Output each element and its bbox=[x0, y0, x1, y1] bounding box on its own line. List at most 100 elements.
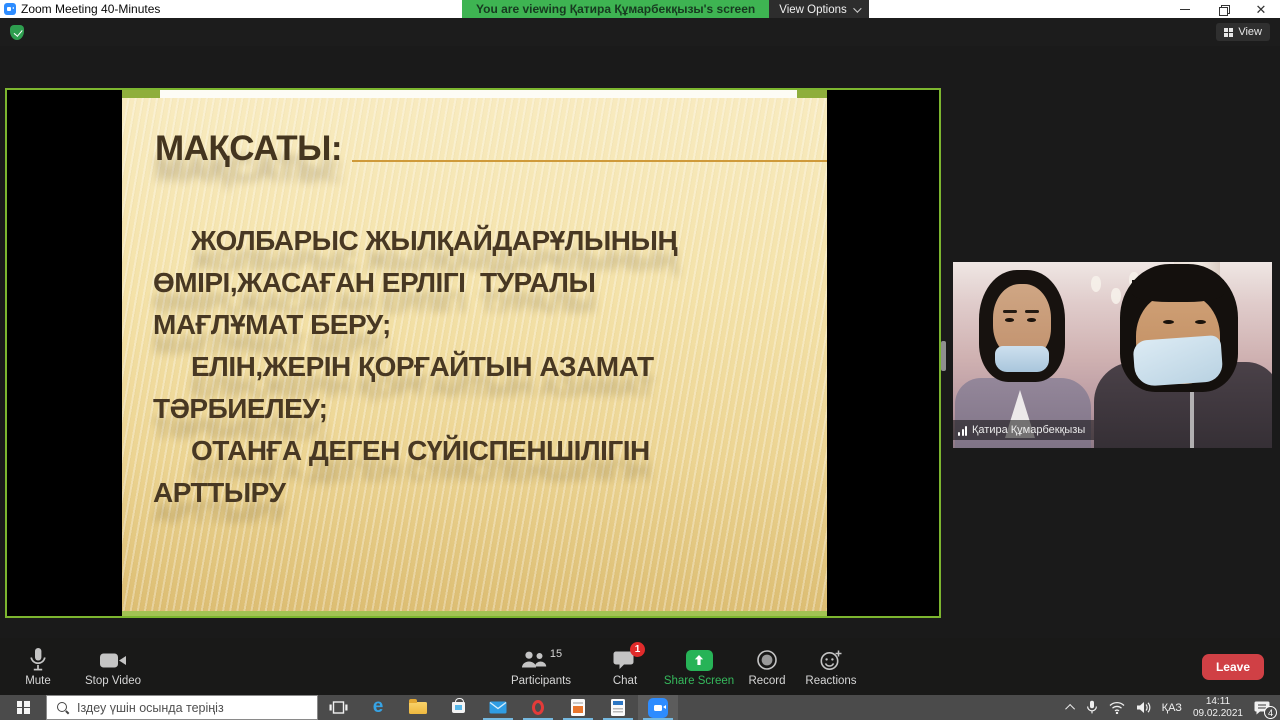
viewing-screen-banner-text: You are viewing Қатира Құмарбекқызы's sc… bbox=[462, 0, 769, 18]
hidden-icons-chevron[interactable] bbox=[1065, 704, 1075, 714]
person-left-eye bbox=[1027, 318, 1036, 322]
slide-band-white bbox=[160, 90, 797, 98]
person-right-zipper bbox=[1190, 390, 1194, 448]
person-left-eyebrow bbox=[1003, 310, 1017, 313]
share-screen-button[interactable]: Share Screen bbox=[660, 646, 738, 687]
tray-volume-icon[interactable] bbox=[1136, 701, 1151, 714]
chat-unread-badge: 1 bbox=[630, 642, 645, 657]
encryption-shield-icon[interactable] bbox=[10, 25, 24, 40]
window-controls: ✕ bbox=[1166, 0, 1280, 18]
taskbar-search[interactable] bbox=[46, 695, 318, 720]
participant-video-thumbnail[interactable]: Қатира Құмарбекқызы bbox=[953, 262, 1272, 448]
taskbar-clock[interactable]: 14:11 09.02.2021 bbox=[1193, 696, 1243, 719]
search-input[interactable] bbox=[77, 701, 292, 715]
leave-button[interactable]: Leave bbox=[1202, 654, 1264, 680]
start-button[interactable] bbox=[0, 695, 46, 720]
minimize-button[interactable] bbox=[1166, 0, 1204, 18]
view-layout-button[interactable]: View bbox=[1216, 23, 1270, 41]
slide-paragraph: ОТАНҒА ДЕГЕН СҮЙІСПЕНШІЛІГІН АРТТЫРУ bbox=[153, 430, 713, 514]
notification-count-badge: 4 bbox=[1264, 706, 1277, 719]
mute-button[interactable]: Mute bbox=[14, 646, 62, 687]
task-view-button[interactable] bbox=[318, 695, 358, 720]
stop-video-label: Stop Video bbox=[85, 675, 141, 687]
background-lamp bbox=[1111, 288, 1121, 304]
minimize-icon bbox=[1180, 9, 1190, 10]
video-panel-drag-handle[interactable] bbox=[941, 341, 946, 371]
taskbar-item-edge[interactable]: e bbox=[358, 695, 398, 720]
presentation-slide: МАҚСАТЫ: ЖОЛБАРЫС ЖЫЛҚАЙДАРҰЛЫНЫҢ ӨМІРІ,… bbox=[122, 90, 827, 616]
windows-taskbar: e bbox=[0, 695, 1280, 720]
participants-icon bbox=[520, 650, 547, 670]
tray-time: 14:11 bbox=[1206, 696, 1230, 707]
mute-label: Mute bbox=[25, 675, 51, 687]
taskbar-item-impress[interactable] bbox=[558, 695, 598, 720]
language-indicator[interactable]: ҚАЗ bbox=[1162, 702, 1182, 714]
view-options-button[interactable]: View Options bbox=[769, 0, 869, 19]
title-bar: Zoom Meeting 40-Minutes You are viewing … bbox=[0, 0, 1280, 18]
writer-document-icon bbox=[611, 699, 625, 716]
share-screen-label: Share Screen bbox=[664, 675, 734, 687]
tray-microphone-icon[interactable] bbox=[1086, 700, 1098, 715]
audio-level-icon bbox=[958, 425, 967, 436]
chat-button[interactable]: 1 Chat bbox=[602, 646, 648, 687]
reactions-label: Reactions bbox=[805, 675, 856, 687]
person-left-eye bbox=[1005, 318, 1014, 322]
participants-count: 15 bbox=[550, 648, 562, 660]
opera-icon bbox=[532, 700, 544, 715]
participant-name-tag: Қатира Құмарбекқызы bbox=[953, 420, 1094, 440]
system-tray: ҚАЗ 14:11 09.02.2021 4 bbox=[1068, 695, 1280, 720]
close-icon: ✕ bbox=[1256, 3, 1267, 16]
record-button[interactable]: Record bbox=[742, 646, 792, 687]
shared-screen-stage: МАҚСАТЫ: ЖОЛБАРЫС ЖЫЛҚАЙДАРҰЛЫНЫҢ ӨМІРІ,… bbox=[0, 46, 1280, 638]
window-title: Zoom Meeting 40-Minutes bbox=[21, 2, 160, 16]
participant-name: Қатира Құмарбекқызы bbox=[972, 424, 1085, 436]
taskbar-item-writer[interactable] bbox=[598, 695, 638, 720]
file-explorer-icon bbox=[409, 702, 427, 714]
zoom-taskbar-icon bbox=[648, 698, 668, 718]
action-center-button[interactable]: 4 bbox=[1254, 700, 1270, 715]
screen-share-banner: You are viewing Қатира Құмарбекқызы's sc… bbox=[462, 0, 869, 18]
restore-button[interactable] bbox=[1204, 0, 1242, 18]
meeting-control-bar: Mute Stop Video 15 bbox=[0, 638, 1280, 695]
taskbar-item-store[interactable] bbox=[438, 695, 478, 720]
reactions-smiley-icon bbox=[819, 649, 843, 671]
chat-label: Chat bbox=[613, 675, 637, 687]
mail-icon bbox=[489, 701, 507, 714]
edge-icon: e bbox=[373, 697, 384, 716]
zoom-meeting-window: Zoom Meeting 40-Minutes You are viewing … bbox=[0, 0, 1280, 720]
record-label: Record bbox=[748, 675, 785, 687]
restore-icon bbox=[1219, 5, 1228, 14]
view-layout-label: View bbox=[1238, 26, 1262, 38]
slide-top-band bbox=[122, 90, 827, 98]
reactions-button[interactable]: Reactions bbox=[800, 646, 862, 687]
chevron-down-icon bbox=[853, 4, 861, 12]
person-left-eyebrow bbox=[1025, 310, 1039, 313]
microphone-icon bbox=[28, 647, 48, 673]
task-view-icon bbox=[329, 700, 348, 715]
view-options-label: View Options bbox=[779, 4, 847, 16]
taskbar-item-zoom[interactable] bbox=[638, 695, 678, 720]
participants-label: Participants bbox=[511, 675, 571, 687]
slide-band-green-right bbox=[797, 90, 827, 98]
taskbar-item-mail[interactable] bbox=[478, 695, 518, 720]
zoom-app-icon bbox=[4, 3, 16, 15]
participants-button[interactable]: 15 Participants bbox=[504, 646, 578, 687]
stop-video-button[interactable]: Stop Video bbox=[82, 646, 144, 687]
background-lamp bbox=[1091, 276, 1101, 292]
person-right-eye bbox=[1163, 320, 1174, 324]
person-right-fringe bbox=[1132, 280, 1224, 302]
taskbar-item-file-explorer[interactable] bbox=[398, 695, 438, 720]
slide-title-row: МАҚСАТЫ: bbox=[155, 130, 827, 169]
tray-network-icon[interactable] bbox=[1109, 701, 1125, 714]
windows-logo-icon bbox=[17, 701, 30, 714]
person-right-eye bbox=[1195, 320, 1206, 324]
title-bar-left: Zoom Meeting 40-Minutes bbox=[4, 0, 160, 18]
slide-band-green-left bbox=[122, 90, 160, 98]
slide-title-rule bbox=[352, 160, 827, 162]
search-icon bbox=[57, 702, 69, 714]
video-camera-icon bbox=[99, 651, 127, 670]
close-button[interactable]: ✕ bbox=[1242, 0, 1280, 18]
taskbar-item-opera[interactable] bbox=[518, 695, 558, 720]
impress-document-icon bbox=[571, 699, 585, 716]
slide-bottom-strip bbox=[122, 611, 827, 616]
